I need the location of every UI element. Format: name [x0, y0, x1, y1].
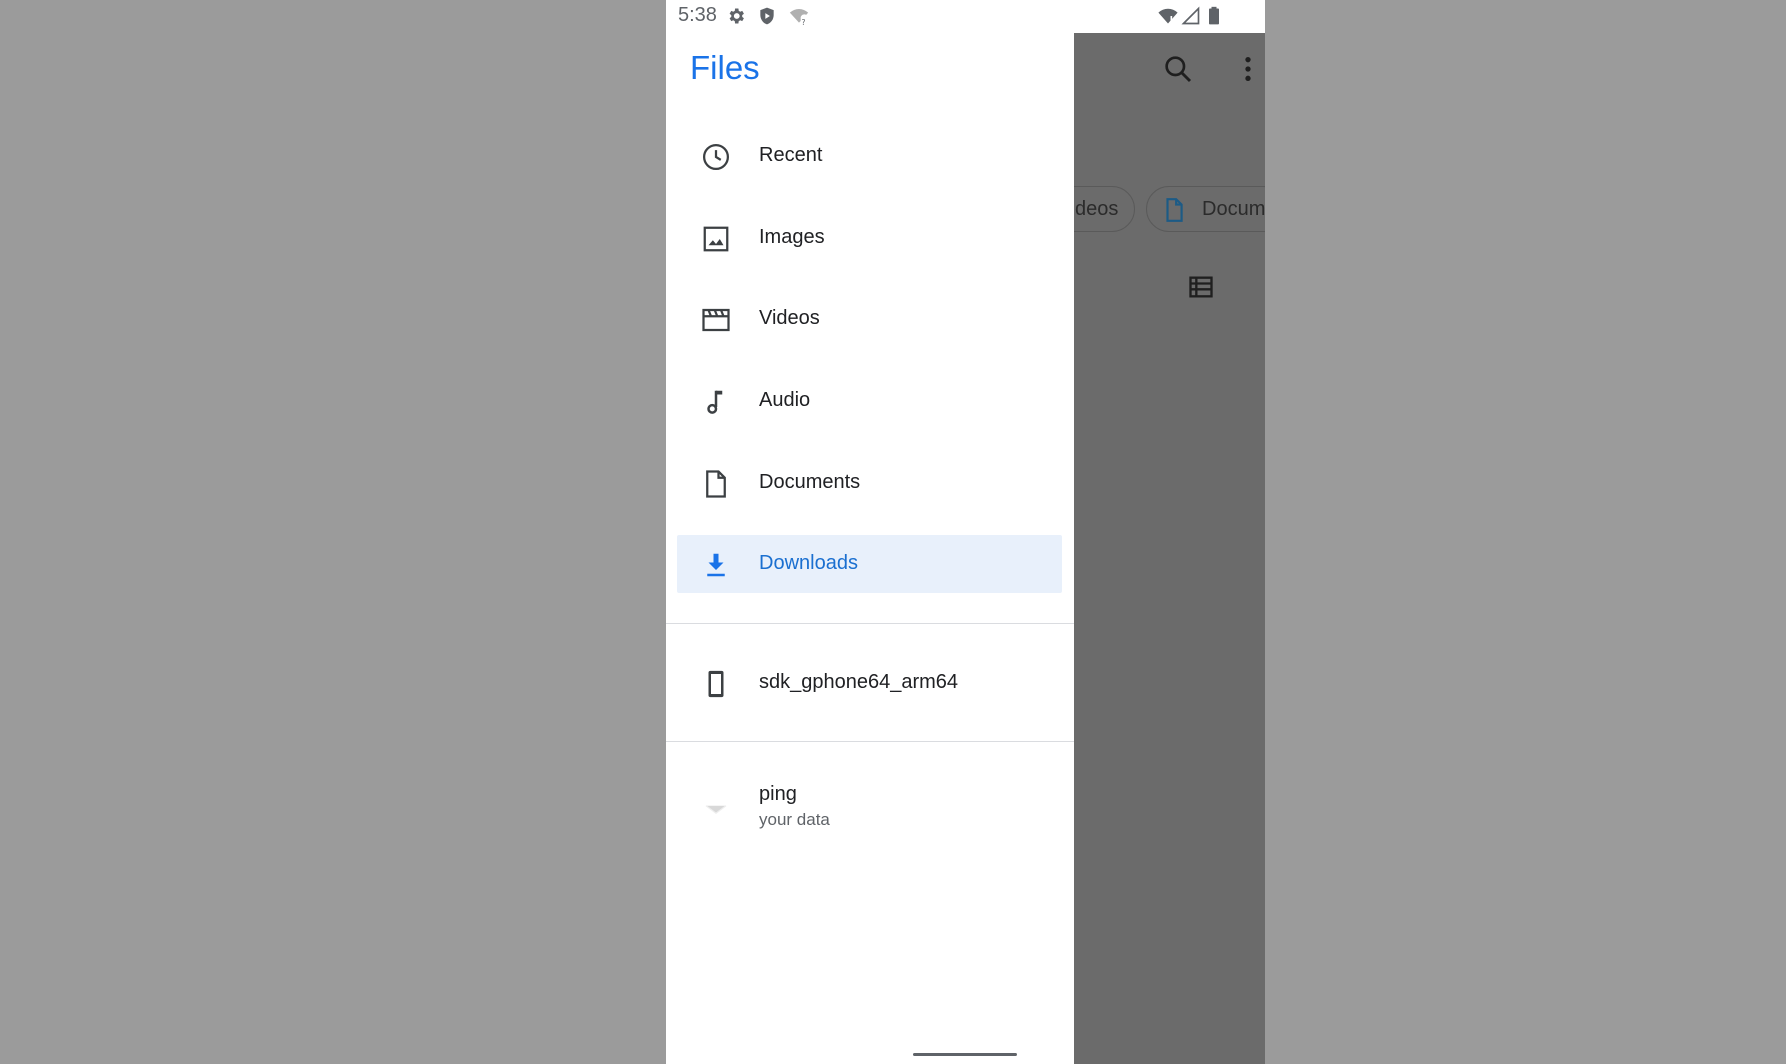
wifi-unknown-icon: ?	[789, 9, 809, 26]
drawer-title: Files	[690, 49, 760, 86]
status-time: 5:38	[678, 4, 717, 26]
search-icon[interactable]	[1162, 53, 1194, 85]
more-vert-icon[interactable]	[1232, 53, 1264, 85]
navigation-drawer: Files Recent Images Videos Audio Documen…	[666, 33, 1074, 1064]
settings-gear-icon	[729, 8, 744, 24]
app-icon	[705, 805, 727, 815]
shield-play-icon	[760, 7, 774, 25]
nav-item-downloads-label: Downloads	[759, 552, 858, 574]
music-note-icon	[707, 390, 723, 414]
document-icon	[706, 470, 726, 498]
download-icon	[707, 553, 725, 577]
nav-item-audio-label: Audio	[759, 389, 811, 411]
nav-item-root-sublabel: your data	[759, 810, 830, 829]
nav-item-device[interactable]: sdk_gphone64_arm64	[677, 654, 1062, 712]
nav-item-recent-label: Recent	[759, 144, 823, 166]
status-bar: 5:38 ?	[666, 0, 1265, 33]
nav-item-downloads[interactable]: Downloads	[677, 535, 1062, 593]
clock-icon	[703, 144, 729, 170]
chip-videos-label: deos	[1075, 198, 1119, 220]
phone-screen: 5:38 ? deos Docum Files Recent Images Vi…	[666, 0, 1265, 1064]
list-view-icon[interactable]	[1187, 273, 1215, 301]
nav-item-videos-label: Videos	[759, 307, 820, 329]
nav-item-images[interactable]: Images	[677, 209, 1062, 267]
nav-item-root-ping[interactable]: ping your data	[677, 766, 1062, 846]
nav-item-recent[interactable]: Recent	[677, 127, 1062, 185]
image-icon	[703, 226, 729, 252]
chip-documents[interactable]: Docum	[1146, 186, 1265, 232]
nav-item-root-label: ping	[759, 783, 797, 805]
background-app: deos Docum	[1034, 33, 1265, 1064]
battery-icon	[1209, 6, 1219, 25]
svg-text:?: ?	[802, 18, 806, 26]
video-clapper-icon	[702, 308, 730, 332]
phone-device-icon	[708, 670, 724, 698]
chip-documents-label: Docum	[1202, 198, 1265, 220]
nav-item-device-label: sdk_gphone64_arm64	[759, 671, 959, 693]
wifi-icon	[1158, 8, 1178, 24]
drawer-divider	[666, 741, 1074, 742]
nav-item-videos[interactable]: Videos	[677, 290, 1062, 348]
document-icon	[1166, 198, 1183, 222]
nav-item-images-label: Images	[759, 226, 825, 248]
drawer-divider	[666, 623, 1074, 624]
nav-item-audio[interactable]: Audio	[677, 372, 1062, 430]
home-gesture-bar[interactable]	[913, 1053, 1017, 1056]
signal-icon	[1181, 6, 1200, 25]
nav-item-documents-label: Documents	[759, 471, 861, 493]
nav-item-documents[interactable]: Documents	[677, 454, 1062, 512]
